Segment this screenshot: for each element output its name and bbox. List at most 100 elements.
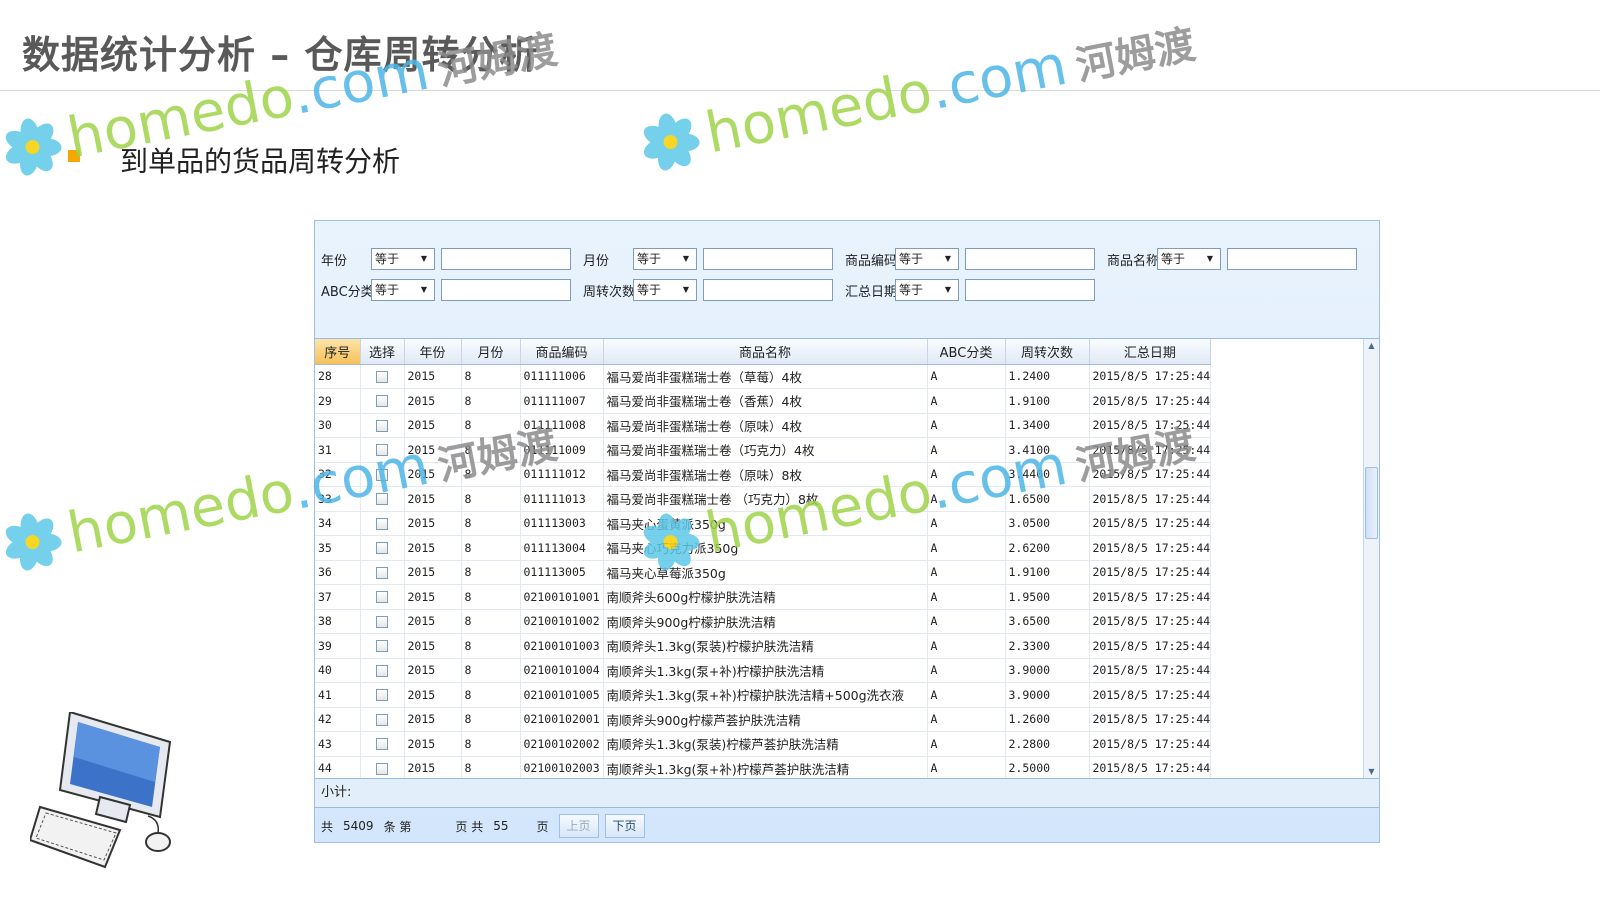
row2-value-input-0[interactable] (441, 279, 571, 301)
table-row[interactable]: 33 2015 8 011111013 福马爱尚非蛋糕瑞士卷 （巧克力）8枚 A 1.650… (315, 486, 1212, 512)
table-row[interactable]: 41 2015 8 02100101005 南顺斧头1.3kg(泵+补)柠檬护肤洗洁精+… (315, 682, 1212, 708)
row-select-cell[interactable] (360, 707, 405, 732)
row-checkbox[interactable] (376, 713, 388, 726)
table-cell: 1.9500 (1005, 584, 1090, 610)
column-header[interactable]: 汇总日期 (1089, 339, 1212, 365)
row1-label-1: 月份 (583, 253, 610, 269)
table-row[interactable]: 38 2015 8 02100101002 南顺斧头900g柠檬护肤洗洁精 A 3.6500… (315, 609, 1212, 634)
row-checkbox[interactable] (376, 664, 388, 677)
chevron-down-icon[interactable]: ▼ (417, 252, 431, 266)
scroll-up-icon[interactable]: ▲ (1364, 339, 1379, 353)
table-row[interactable]: 35 2015 8 011113004 福马夹心巧克力派350g A 2.6200 2015/… (315, 535, 1212, 561)
row-select-cell[interactable] (360, 609, 405, 634)
row2-value-input-2[interactable] (965, 279, 1095, 301)
row-select-cell[interactable] (360, 535, 405, 561)
row-select-cell[interactable] (360, 437, 405, 463)
table-row[interactable]: 40 2015 8 02100101004 南顺斧头1.3kg(泵+补)柠檬护肤洗洁精 A… (315, 658, 1212, 683)
column-header[interactable]: 周转次数 (1005, 339, 1090, 365)
row-checkbox[interactable] (376, 566, 388, 579)
row-checkbox[interactable] (376, 591, 388, 604)
table-cell: A (927, 560, 1006, 585)
column-header[interactable]: 序号 (315, 339, 361, 365)
table-row[interactable]: 28 2015 8 011111006 福马爱尚非蛋糕瑞士卷（草莓）4枚 A 1.2400 2… (315, 364, 1212, 389)
watermark-logo: home do .com 河姆渡 (634, 8, 1200, 179)
table-cell: 8 (461, 658, 521, 683)
row-select-cell[interactable] (360, 633, 405, 659)
table-row[interactable]: 37 2015 8 02100101001 南顺斧头600g柠檬护肤洗洁精 A 1.9500… (315, 584, 1212, 610)
row-select-cell[interactable] (360, 731, 405, 757)
table-row[interactable]: 29 2015 8 011111007 福马爱尚非蛋糕瑞士卷（香蕉）4枚 A 1.9100 2… (315, 388, 1212, 414)
table-row[interactable]: 32 2015 8 011111012 福马爱尚非蛋糕瑞士卷（原味）8枚 A 3.4400 2… (315, 462, 1212, 487)
row-checkbox[interactable] (376, 738, 388, 751)
row2-operator-select-1[interactable]: 等于 ▼ (633, 279, 697, 301)
table-row[interactable]: 43 2015 8 02100102002 南顺斧头1.3kg(泵装)柠檬芦荟护肤洗洁精… (315, 731, 1212, 757)
table-cell: 2015/8/5 17:25:44 (1089, 658, 1212, 683)
row-checkbox[interactable] (376, 444, 388, 457)
row-select-cell[interactable] (360, 388, 405, 414)
column-header[interactable]: 月份 (461, 339, 521, 365)
table-row[interactable]: 44 2015 8 02100102003 南顺斧头1.3kg(泵+补)柠檬芦荟护肤洗洁… (315, 756, 1212, 778)
row-select-cell[interactable] (360, 486, 405, 512)
column-header[interactable]: 商品名称 (603, 339, 928, 365)
operator-value: 等于 (899, 283, 924, 297)
table-row[interactable]: 42 2015 8 02100102001 南顺斧头900g柠檬芦荟护肤洗洁精 A 1.26… (315, 707, 1212, 732)
row-checkbox[interactable] (376, 395, 388, 408)
row-checkbox[interactable] (376, 419, 388, 432)
row-checkbox[interactable] (376, 517, 388, 530)
row1-value-input-3[interactable] (1227, 248, 1357, 270)
row-select-cell[interactable] (360, 511, 405, 536)
table-cell: 1.9100 (1005, 560, 1090, 585)
row-select-cell[interactable] (360, 658, 405, 683)
table-row[interactable]: 34 2015 8 011113003 福马夹心蛋黄派350g A 3.0500 2015/8… (315, 511, 1212, 536)
row-checkbox[interactable] (376, 615, 388, 628)
row1-value-input-1[interactable] (703, 248, 833, 270)
row1-operator-select-3[interactable]: 等于 ▼ (1157, 248, 1221, 270)
row1-operator-select-2[interactable]: 等于 ▼ (895, 248, 959, 270)
row-select-cell[interactable] (360, 682, 405, 708)
row1-value-input-2[interactable] (965, 248, 1095, 270)
prev-page-button[interactable]: 上页 (558, 814, 599, 838)
row-checkbox[interactable] (376, 689, 388, 702)
chevron-down-icon[interactable]: ▼ (417, 283, 431, 297)
column-header[interactable]: 选择 (360, 339, 405, 365)
chevron-down-icon[interactable]: ▼ (679, 252, 693, 266)
petal (2, 521, 38, 551)
chevron-down-icon[interactable]: ▼ (941, 252, 955, 266)
row-checkbox[interactable] (376, 542, 388, 555)
row1-operator-select-0[interactable]: 等于 ▼ (371, 248, 435, 270)
table-cell: 南顺斧头900g柠檬芦荟护肤洗洁精 (603, 707, 928, 732)
row2-value-input-1[interactable] (703, 279, 833, 301)
next-page-button[interactable]: 下页 (604, 814, 645, 838)
column-header[interactable]: 商品编码 (520, 339, 604, 365)
chevron-down-icon[interactable]: ▼ (679, 283, 693, 297)
table-row[interactable]: 30 2015 8 011111008 福马爱尚非蛋糕瑞士卷（原味）4枚 A 1.3400 2… (315, 413, 1212, 438)
table-cell: 30 (315, 413, 361, 438)
row-select-cell[interactable] (360, 584, 405, 610)
table-cell: 8 (461, 388, 521, 414)
row-select-cell[interactable] (360, 364, 405, 389)
column-header[interactable]: 年份 (404, 339, 462, 365)
row1-value-input-0[interactable] (441, 248, 571, 270)
vertical-scrollbar[interactable]: ▲ ▼ (1363, 339, 1379, 778)
row-checkbox[interactable] (376, 493, 388, 506)
row-checkbox[interactable] (376, 762, 388, 775)
row-select-cell[interactable] (360, 462, 405, 487)
column-header[interactable]: ABC分类 (927, 339, 1006, 365)
row-select-cell[interactable] (360, 413, 405, 438)
table-row[interactable]: 31 2015 8 011111009 福马爱尚非蛋糕瑞士卷（巧克力）4枚 A 3.4100… (315, 437, 1212, 463)
chevron-down-icon[interactable]: ▼ (941, 283, 955, 297)
row-select-cell[interactable] (360, 560, 405, 585)
table-cell: 02100101004 (520, 658, 604, 683)
scroll-thumb[interactable] (1365, 467, 1378, 539)
row2-operator-select-0[interactable]: 等于 ▼ (371, 279, 435, 301)
table-row[interactable]: 36 2015 8 011113005 福马夹心草莓派350g A 1.9100 2015/8… (315, 560, 1212, 585)
table-row[interactable]: 39 2015 8 02100101003 南顺斧头1.3kg(泵装)柠檬护肤洗洁精 A 2… (315, 633, 1212, 659)
scroll-down-icon[interactable]: ▼ (1364, 765, 1379, 778)
row-checkbox[interactable] (376, 640, 388, 653)
row1-operator-select-1[interactable]: 等于 ▼ (633, 248, 697, 270)
row-checkbox[interactable] (376, 370, 388, 383)
chevron-down-icon[interactable]: ▼ (1203, 252, 1217, 266)
row2-operator-select-2[interactable]: 等于 ▼ (895, 279, 959, 301)
row-checkbox[interactable] (376, 468, 388, 481)
row-select-cell[interactable] (360, 756, 405, 778)
